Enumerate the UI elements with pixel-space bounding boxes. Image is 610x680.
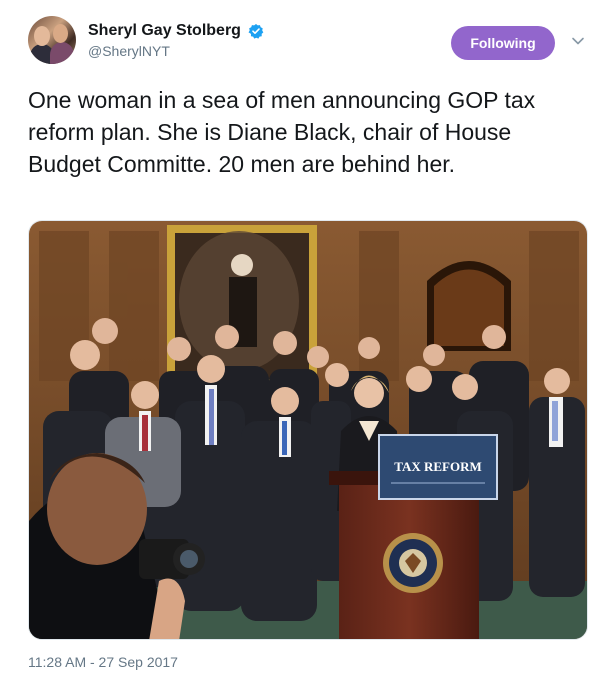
tweet-photo[interactable]: TAX REFORM xyxy=(28,220,588,640)
tweet-header: Sheryl Gay Stolberg @SherylNYT Following xyxy=(28,16,588,72)
avatar-face xyxy=(34,26,50,46)
author-names: Sheryl Gay Stolberg @SherylNYT xyxy=(88,22,264,59)
press-conference-photo: TAX REFORM xyxy=(29,221,587,639)
avatar-figure xyxy=(50,42,74,64)
podium-sign-text: TAX REFORM xyxy=(394,459,482,474)
author-display-name[interactable]: Sheryl Gay Stolberg xyxy=(88,22,241,40)
chevron-down-icon[interactable] xyxy=(571,34,585,48)
tweet-timestamp[interactable]: 11:28 AM - 27 Sep 2017 xyxy=(28,654,178,670)
author-avatar[interactable] xyxy=(28,16,76,64)
verified-badge-icon xyxy=(248,24,264,39)
author-handle[interactable]: @SherylNYT xyxy=(88,43,264,59)
avatar-face xyxy=(53,24,68,43)
tweet-text: One woman in a sea of men announcing GOP… xyxy=(28,87,536,177)
following-button[interactable]: Following xyxy=(451,26,555,60)
